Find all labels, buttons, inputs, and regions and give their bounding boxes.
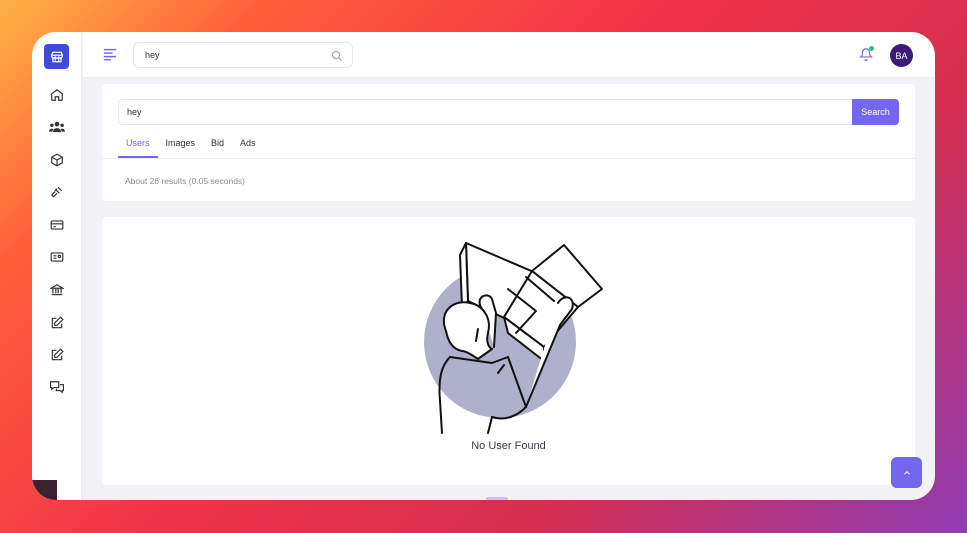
sidebar [32, 32, 82, 500]
home-icon[interactable] [48, 86, 66, 104]
results-card: No User Found [102, 217, 915, 485]
menu-toggle-icon[interactable] [103, 47, 119, 63]
sidebar-footer-thumbnail [32, 480, 57, 500]
notification-dot [869, 46, 874, 51]
app-window: BA Search Users Images Bid Ads About 26 … [32, 32, 935, 500]
empty-state-message: No User Found [471, 440, 546, 452]
top-search-input[interactable] [133, 42, 353, 68]
gavel-icon[interactable] [48, 183, 66, 201]
tab-bid[interactable]: Bid [203, 134, 232, 158]
id-card-icon[interactable] [48, 248, 66, 266]
search-button[interactable]: Search [852, 99, 899, 125]
tabs-divider [102, 158, 915, 159]
tab-images[interactable]: Images [158, 134, 204, 158]
tab-users[interactable]: Users [118, 134, 158, 158]
topbar: BA [83, 32, 935, 78]
edit-icon[interactable] [48, 346, 66, 364]
credit-card-icon[interactable] [48, 216, 66, 234]
bottom-indicator [486, 497, 508, 500]
empty-state-illustration [424, 242, 603, 434]
chat-icon[interactable] [48, 378, 66, 396]
search-icon[interactable] [331, 49, 343, 61]
search-card: Search Users Images Bid Ads About 26 res… [102, 84, 915, 201]
scroll-to-top-button[interactable] [891, 457, 922, 488]
results-summary: About 26 results (0.05 seconds) [125, 176, 246, 186]
store-logo-icon[interactable] [44, 44, 69, 69]
tab-ads[interactable]: Ads [232, 134, 264, 158]
box-icon[interactable] [48, 151, 66, 169]
search-tabs: Users Images Bid Ads [118, 134, 915, 158]
search-input[interactable] [118, 99, 852, 125]
bank-icon[interactable] [48, 281, 66, 299]
avatar[interactable]: BA [890, 44, 913, 67]
edit-icon[interactable] [48, 314, 66, 332]
users-icon[interactable] [48, 118, 66, 136]
